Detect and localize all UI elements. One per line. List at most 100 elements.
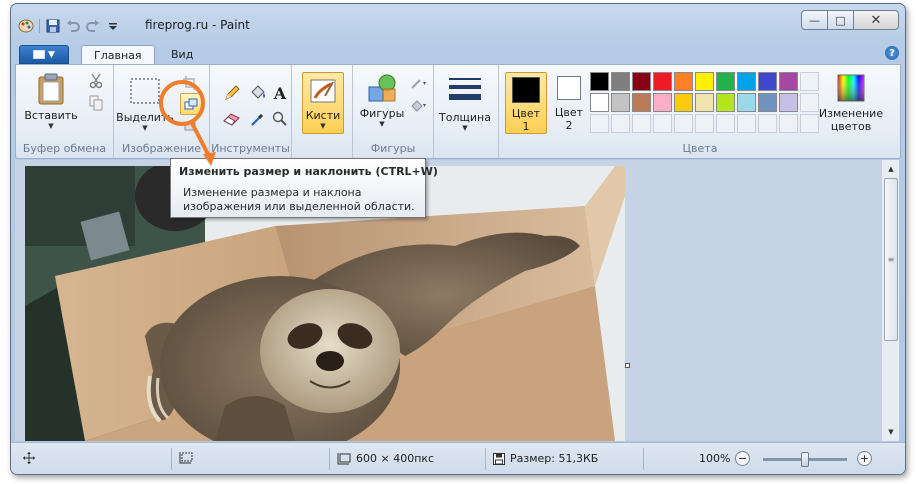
palette-custom-slot[interactable] — [695, 114, 714, 133]
palette-color-swatch[interactable] — [674, 72, 693, 91]
paint-menu-button[interactable]: ▼ — [19, 45, 69, 64]
undo-icon[interactable] — [64, 18, 82, 34]
scroll-up-icon[interactable]: ▲ — [884, 162, 898, 176]
scrollbar-thumb[interactable]: ≡ — [884, 178, 898, 341]
zoom-out-button[interactable]: − — [735, 451, 750, 466]
thickness-button[interactable]: Толщина ▼ — [438, 75, 492, 132]
zoom-in-button[interactable]: + — [857, 451, 872, 466]
palette-color-swatch[interactable] — [653, 93, 672, 112]
color2-button[interactable]: Цвет 2 — [551, 76, 587, 132]
line-thickness-icon — [449, 78, 481, 100]
status-bar: 600 × 400пкс Размер: 51,3КБ 100% − + — [11, 442, 905, 474]
copy-icon — [89, 95, 103, 111]
color1-swatch — [512, 77, 540, 103]
tab-view[interactable]: Вид — [159, 45, 205, 64]
magnifier-icon — [272, 111, 287, 126]
palette-color-swatch[interactable] — [653, 72, 672, 91]
shapes-button[interactable]: Фигуры ▼ — [357, 73, 407, 128]
palette-color-swatch[interactable] — [758, 72, 777, 91]
resize-skew-button[interactable] — [180, 93, 202, 115]
tab-home[interactable]: Главная — [81, 45, 155, 64]
select-label: Выделить — [116, 111, 174, 124]
qat-separator — [39, 19, 40, 33]
ribbon-tabs: ▼ Главная Вид ? — [11, 42, 905, 64]
color1-button[interactable]: Цвет 1 — [505, 72, 547, 134]
palette-custom-slot[interactable] — [716, 114, 735, 133]
clipboard-group: Вставить ▼ Буфер обмена — [16, 65, 114, 158]
palette-custom-slot[interactable] — [653, 114, 672, 133]
close-button[interactable]: ✕ — [853, 10, 899, 30]
fill-shape-icon — [411, 100, 426, 112]
resize-handle-right[interactable] — [625, 363, 630, 368]
window-controls: — □ ✕ — [801, 10, 899, 30]
image-size-text: 600 × 400пкс — [356, 452, 435, 465]
crop-button[interactable] — [180, 73, 200, 93]
window-title: fireprog.ru - Paint — [145, 18, 250, 32]
image-size: 600 × 400пкс — [337, 452, 434, 465]
pencil-tool[interactable] — [222, 83, 242, 103]
grip-icon: ≡ — [887, 255, 895, 264]
file-size-text: Размер: 51,3КБ — [510, 452, 599, 465]
palette-color-swatch[interactable] — [611, 93, 630, 112]
palette-color-swatch[interactable] — [590, 72, 609, 91]
edit-colors-button[interactable]: Изменение цветов — [812, 73, 890, 133]
magnifier-tool[interactable] — [270, 109, 290, 129]
palette-custom-slot[interactable] — [590, 114, 609, 133]
scroll-down-icon[interactable]: ▼ — [884, 425, 898, 439]
palette-color-swatch[interactable] — [779, 72, 798, 91]
palette-color-swatch[interactable] — [632, 72, 651, 91]
chevron-down-icon: ▼ — [379, 120, 385, 128]
minus-icon: − — [735, 451, 750, 466]
outline-button[interactable] — [409, 73, 429, 93]
edit-colors-label-line1: Изменение — [818, 107, 884, 120]
paint-window: fireprog.ru - Paint — □ ✕ ▼ Главная Вид … — [10, 3, 906, 475]
palette-color-swatch[interactable] — [758, 93, 777, 112]
save-icon[interactable] — [44, 18, 62, 34]
palette-color-swatch[interactable] — [695, 93, 714, 112]
palette-color-swatch[interactable] — [632, 93, 651, 112]
help-icon[interactable]: ? — [885, 46, 899, 60]
zoom-slider[interactable] — [763, 452, 847, 467]
maximize-button[interactable]: □ — [827, 10, 854, 30]
select-button[interactable]: Выделить ▼ — [116, 77, 174, 132]
chevron-down-icon: ▼ — [462, 124, 468, 132]
palette-custom-slot[interactable] — [674, 114, 693, 133]
palette-color-swatch[interactable] — [611, 72, 630, 91]
zoom-slider-knob[interactable] — [801, 452, 809, 467]
eraser-tool[interactable] — [222, 109, 242, 129]
cut-button[interactable] — [86, 71, 106, 91]
fill-shape-button[interactable] — [409, 95, 429, 115]
tooltip-title: Изменить размер и наклонить (CTRL+W) — [179, 165, 438, 178]
copy-button[interactable] — [86, 93, 106, 113]
palette-custom-slot[interactable] — [611, 114, 630, 133]
palette-custom-slot[interactable] — [758, 114, 777, 133]
chevron-down-icon: ▼ — [48, 122, 54, 130]
clipboard-group-label: Буфер обмена — [22, 142, 107, 155]
palette-color-swatch[interactable] — [590, 93, 609, 112]
minimize-button[interactable]: — — [801, 10, 828, 30]
redo-icon[interactable] — [84, 18, 102, 34]
palette-color-swatch[interactable] — [674, 93, 693, 112]
document-icon — [33, 50, 46, 59]
palette-color-swatch[interactable] — [737, 72, 756, 91]
paint-app-icon[interactable] — [17, 18, 35, 34]
brushes-button[interactable]: Кисти ▼ — [302, 72, 344, 134]
color-picker-tool[interactable] — [248, 109, 268, 129]
customize-qat-icon[interactable] — [104, 18, 122, 34]
palette-color-swatch[interactable] — [716, 93, 735, 112]
palette-custom-slot[interactable] — [779, 114, 798, 133]
vertical-scrollbar[interactable]: ▲ ≡ ▼ — [881, 160, 899, 441]
tools-group-label: Инструменты — [211, 142, 290, 155]
text-tool[interactable]: A — [270, 83, 290, 103]
fill-tool[interactable] — [248, 83, 268, 103]
tools-group: A Инструменты — [210, 65, 292, 158]
palette-custom-slot[interactable] — [632, 114, 651, 133]
palette-custom-slot[interactable] — [737, 114, 756, 133]
color2-label: Цвет — [554, 106, 584, 119]
paste-button[interactable]: Вставить ▼ — [24, 73, 78, 130]
palette-color-swatch[interactable] — [695, 72, 714, 91]
palette-color-swatch[interactable] — [737, 93, 756, 112]
rotate-button[interactable] — [180, 115, 200, 135]
palette-color-swatch[interactable] — [716, 72, 735, 91]
palette-color-swatch[interactable] — [779, 93, 798, 112]
